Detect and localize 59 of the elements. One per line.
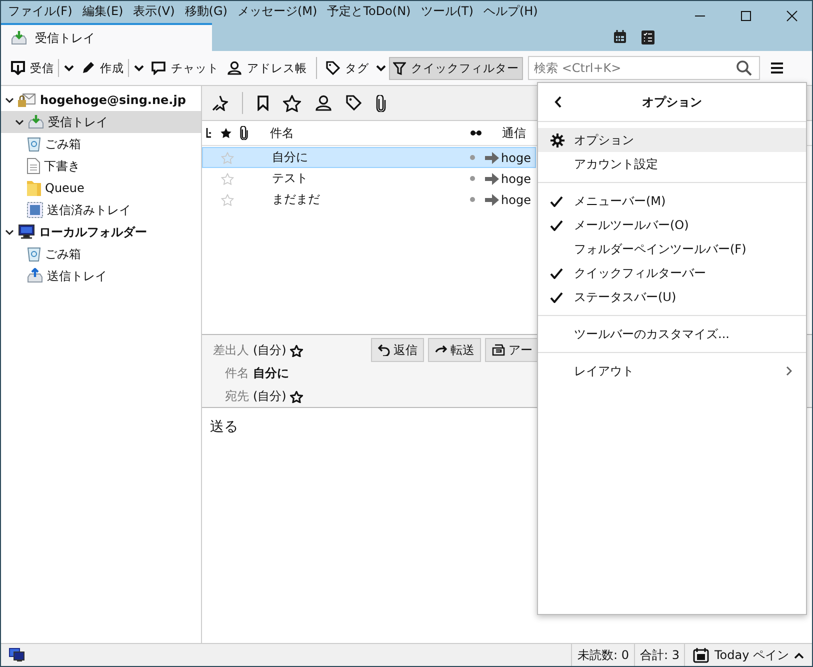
message-row[interactable]: テスト hoge: [202, 168, 536, 189]
subject-text: テスト: [272, 170, 309, 187]
menu-item[interactable]: メニューバー(M): [538, 189, 806, 213]
folder-item[interactable]: 送信済みトレイ: [1, 199, 201, 221]
header-button[interactable]: 返信: [371, 338, 424, 362]
subject-text: まだまだ: [272, 191, 321, 208]
menu-item[interactable]: メールツールバー(O): [538, 213, 806, 237]
search-field[interactable]: 検索 <Ctrl+K>: [528, 56, 760, 80]
folder-item[interactable]: ごみ箱: [1, 243, 201, 265]
menu-item[interactable]: 編集(E): [77, 2, 128, 20]
column-header[interactable]: 件名: [270, 124, 470, 142]
folder-item[interactable]: 下書き: [1, 155, 201, 177]
menu-item[interactable]: アカウント設定: [538, 152, 806, 176]
menu-item[interactable]: メッセージ(M): [232, 2, 322, 20]
address-text[interactable]: (自分): [253, 342, 286, 359]
correspondent-text: hoge: [501, 192, 531, 206]
menu-item[interactable]: 予定とToDo(N): [322, 2, 416, 20]
menu-item[interactable]: フォルダーペインツールバー(F): [538, 237, 806, 261]
message-body-text: 送る: [210, 419, 238, 435]
header-button[interactable]: アー: [485, 338, 540, 362]
message-row[interactable]: 自分に hoge: [202, 147, 536, 168]
folder-item[interactable]: 送信トレイ: [1, 265, 201, 287]
menu-item[interactable]: ツールバーのカスタマイズ...: [538, 322, 806, 346]
panel-title: オプション: [641, 94, 703, 110]
header-button[interactable]: 転送: [428, 338, 482, 362]
menu-item[interactable]: オプション: [538, 128, 806, 152]
message-row[interactable]: まだまだ hoge: [202, 189, 536, 210]
menu-item[interactable]: クイックフィルターバー: [538, 261, 806, 285]
menu-item[interactable]: 表示(V): [128, 2, 180, 20]
menu-item[interactable]: 移動(G): [180, 2, 232, 20]
folder-item[interactable]: 受信トレイ: [1, 111, 201, 133]
menu-item[interactable]: レイアウト: [538, 359, 806, 383]
subject-text: 自分に: [253, 365, 289, 382]
folder-item[interactable]: Queue: [1, 177, 201, 199]
toolbar-button[interactable]: 受信: [7, 56, 58, 80]
folder-item[interactable]: hogehoge@sing.ne.jp: [1, 89, 201, 111]
subject-text: 自分に: [272, 149, 309, 166]
field-label: 宛先: [224, 388, 249, 405]
menu-item[interactable]: ファイル(F): [3, 2, 78, 20]
menu-item[interactable]: ステータスバー(U): [538, 285, 806, 309]
address-text[interactable]: (自分): [253, 388, 286, 405]
field-label: 差出人: [212, 342, 249, 359]
column-header[interactable]: 通信: [502, 124, 526, 142]
tab[interactable]: 受信トレイ: [1, 23, 212, 51]
folder-item[interactable]: ローカルフォルダー: [1, 221, 201, 243]
today-pane-button[interactable]: Today ペイン: [684, 644, 812, 666]
total-count: 合計: 3: [634, 644, 684, 666]
toolbar-button[interactable]: アドレス帳: [223, 56, 311, 80]
unread-count: 未読数: 0: [571, 644, 634, 666]
toolbar-button[interactable]: タグ: [322, 56, 373, 80]
toolbar-button[interactable]: クイックフィルター: [389, 56, 523, 80]
toolbar-button[interactable]: チャット: [147, 56, 223, 80]
menu-item[interactable]: ツール(T): [416, 2, 478, 20]
toolbar-button[interactable]: 作成: [77, 56, 128, 80]
field-label: 件名: [224, 365, 249, 382]
folder-item[interactable]: ごみ箱: [1, 133, 201, 155]
correspondent-text: hoge: [501, 172, 531, 186]
correspondent-text: hoge: [501, 150, 531, 164]
menu-item[interactable]: ヘルプ(H): [478, 2, 543, 20]
